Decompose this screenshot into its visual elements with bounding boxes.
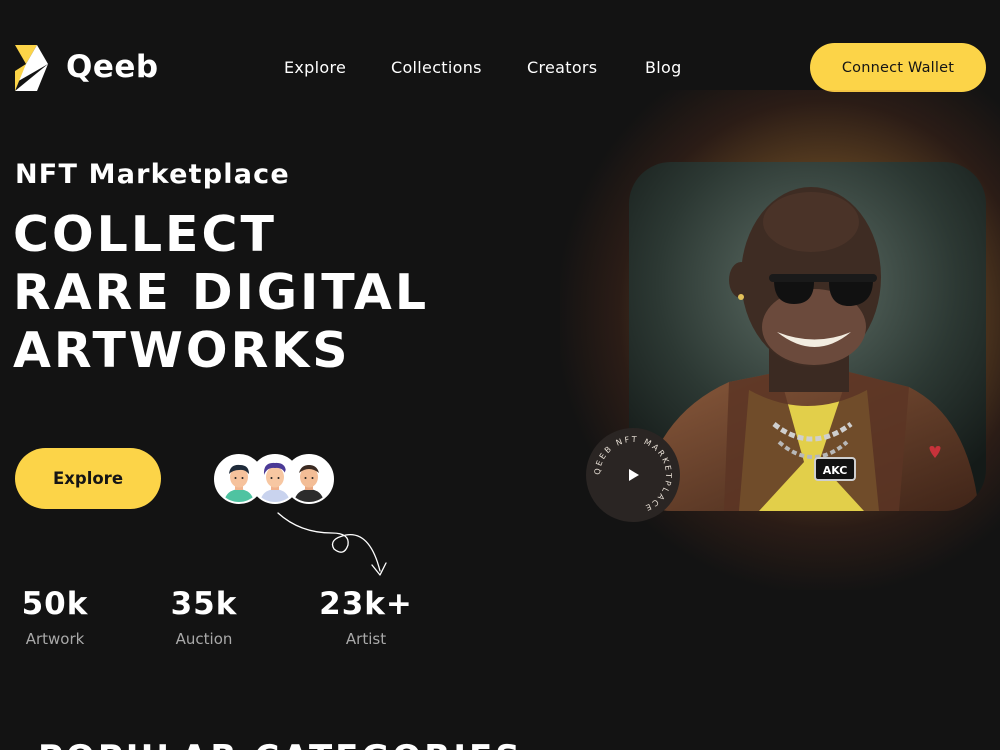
nav-collections[interactable]: Collections — [391, 57, 482, 79]
play-icon[interactable] — [629, 469, 639, 481]
stat-label: Artwork — [25, 630, 85, 648]
stat-label: Artist — [345, 630, 387, 648]
section-heading: POPULAR CATEGORIES — [38, 738, 523, 750]
stats-row: 50k Artwork 35k Auction 23k+ Artist — [0, 585, 460, 655]
hero-title-line: RARE DIGITAL — [13, 264, 430, 321]
stat-auction: 35k Auction — [163, 585, 245, 649]
nav-explore[interactable]: Explore — [284, 57, 346, 79]
brand-name[interactable]: Qeeb — [66, 49, 159, 85]
play-badge[interactable]: QEEB NFT MARKETPLACE — [586, 428, 680, 522]
curved-arrow-icon — [277, 512, 387, 576]
triangle-logo-icon[interactable] — [15, 45, 55, 91]
stat-artist: 23k+ Artist — [311, 585, 421, 649]
stat-value: 35k — [170, 586, 238, 622]
avatar-icon[interactable] — [284, 454, 334, 504]
stat-label: Auction — [175, 630, 233, 648]
hero-title: COLLECT RARE DIGITAL ARTWORKS — [13, 206, 429, 380]
stat-artwork: 50k Artwork — [15, 585, 95, 649]
stat-value: 23k+ — [319, 586, 413, 622]
nav-creators[interactable]: Creators — [527, 57, 597, 79]
nav-blog[interactable]: Blog — [645, 57, 682, 79]
featured-artwork[interactable]: AKC — [629, 162, 986, 511]
connect-wallet-button[interactable]: Connect Wallet — [810, 43, 986, 92]
artwork-tag: AKC — [823, 464, 848, 477]
hero-eyebrow: NFT Marketplace — [15, 159, 290, 190]
creator-avatars[interactable] — [214, 454, 334, 504]
hero-title-line: COLLECT — [13, 206, 277, 263]
hero-title-line: ARTWORKS — [13, 322, 351, 379]
stat-value: 50k — [21, 586, 89, 622]
explore-button[interactable]: Explore — [15, 448, 161, 509]
page: Qeeb Explore Collections Creators Blog C… — [0, 0, 1000, 750]
